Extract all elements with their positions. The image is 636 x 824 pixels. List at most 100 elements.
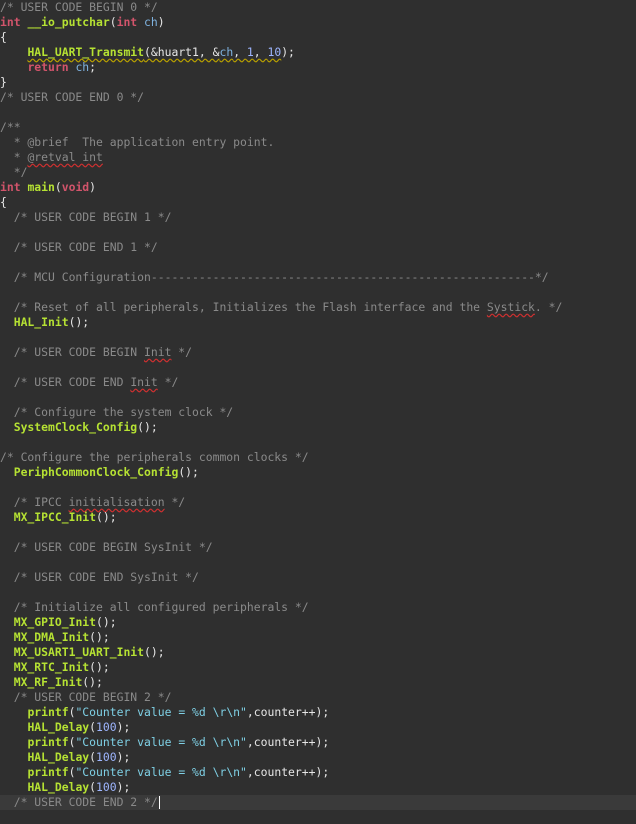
code-token: ); [281, 45, 295, 59]
code-token: printf [27, 765, 69, 779]
code-line[interactable]: /* USER CODE END Init */ [0, 375, 636, 390]
code-editor[interactable]: /* USER CODE BEGIN 0 */int __io_putchar(… [0, 0, 636, 824]
code-token: HAL_Delay [27, 780, 90, 794]
code-line[interactable]: int main(void) [0, 180, 636, 195]
code-line[interactable]: */ [0, 165, 636, 180]
code-line[interactable] [0, 390, 636, 405]
code-line[interactable]: /* Reset of all peripherals, Initializes… [0, 300, 636, 315]
code-line[interactable]: } [0, 75, 636, 90]
code-token: /* Configure the system clock */ [0, 405, 234, 419]
code-line[interactable]: MX_RTC_Init(); [0, 660, 636, 675]
code-line[interactable] [0, 285, 636, 300]
code-token: HAL_UART_Transmit [27, 45, 145, 59]
code-line[interactable]: HAL_Init(); [0, 315, 636, 330]
code-token: /* USER CODE BEGIN 1 */ [0, 210, 172, 224]
code-token: 100 [96, 780, 117, 794]
code-line[interactable]: /* USER CODE END SysInit */ [0, 570, 636, 585]
code-token: */ [157, 375, 179, 389]
code-line[interactable] [0, 255, 636, 270]
code-line[interactable] [0, 555, 636, 570]
code-token: { [0, 30, 7, 44]
code-token: */ [164, 495, 186, 509]
code-line[interactable]: { [0, 30, 636, 45]
code-line[interactable]: /** [0, 120, 636, 135]
code-token: 10 [267, 45, 282, 59]
code-token: /* USER CODE BEGIN [0, 345, 145, 359]
code-token: ) [89, 180, 97, 194]
code-line[interactable]: MX_GPIO_Init(); [0, 615, 636, 630]
code-line[interactable]: printf("Counter value = %d \r\n",counter… [0, 765, 636, 780]
code-token: . */ [534, 300, 563, 314]
code-token: @retval int [27, 150, 103, 164]
code-line[interactable]: * @retval int [0, 150, 636, 165]
code-line[interactable]: printf("Counter value = %d \r\n",counter… [0, 705, 636, 720]
code-token: /* USER CODE END 1 */ [0, 240, 158, 254]
code-token: /* USER CODE END SysInit */ [0, 570, 199, 584]
code-line[interactable] [0, 525, 636, 540]
code-line[interactable] [0, 360, 636, 375]
code-token: main [27, 180, 55, 194]
code-line[interactable] [0, 585, 636, 600]
code-token: "Counter value = %d \r\n" [75, 765, 247, 779]
code-line[interactable]: MX_RF_Init(); [0, 675, 636, 690]
code-line[interactable]: /* USER CODE END 0 */ [0, 90, 636, 105]
code-line[interactable]: SystemClock_Config(); [0, 420, 636, 435]
code-line[interactable]: /* USER CODE BEGIN 1 */ [0, 210, 636, 225]
code-line[interactable]: * @brief The application entry point. [0, 135, 636, 150]
code-line[interactable]: /* USER CODE END 1 */ [0, 240, 636, 255]
code-token: (&huart1, & [144, 45, 220, 59]
code-token: Systick [486, 300, 535, 314]
code-line[interactable]: /* MCU Configuration--------------------… [0, 270, 636, 285]
code-line[interactable] [0, 480, 636, 495]
code-line[interactable]: /* USER CODE BEGIN Init */ [0, 345, 636, 360]
code-token: HAL_Delay [27, 720, 90, 734]
code-line[interactable]: { [0, 195, 636, 210]
code-token: 100 [96, 720, 117, 734]
code-line[interactable] [0, 105, 636, 120]
code-token: (); [96, 510, 117, 524]
code-line[interactable]: /* USER CODE END 2 */ [0, 795, 636, 810]
code-line[interactable]: MX_USART1_UART_Init(); [0, 645, 636, 660]
code-line[interactable]: /* Configure the system clock */ [0, 405, 636, 420]
code-token: /* USER CODE END [0, 375, 131, 389]
code-line[interactable]: /* Configure the peripherals common cloc… [0, 450, 636, 465]
code-line[interactable]: /* IPCC initialisation */ [0, 495, 636, 510]
code-line[interactable]: /* USER CODE BEGIN 0 */ [0, 0, 636, 15]
code-token: (); [96, 615, 117, 629]
code-token: initialisation [68, 495, 165, 509]
code-line[interactable]: PeriphCommonClock_Config(); [0, 465, 636, 480]
code-line[interactable] [0, 225, 636, 240]
code-token: (); [82, 675, 103, 689]
code-token: /* IPCC [0, 495, 69, 509]
code-token: /* USER CODE END 0 */ [0, 90, 145, 104]
code-line[interactable] [0, 330, 636, 345]
code-line[interactable]: return ch; [0, 60, 636, 75]
code-line[interactable]: /* USER CODE BEGIN 2 */ [0, 690, 636, 705]
code-token: */ [171, 345, 193, 359]
code-line[interactable]: HAL_Delay(100); [0, 720, 636, 735]
code-line[interactable]: int __io_putchar(int ch) [0, 15, 636, 30]
code-token: int [116, 15, 138, 29]
code-line[interactable]: /* Initialize all configured peripherals… [0, 600, 636, 615]
code-token: MX_IPCC_Init [13, 510, 97, 524]
code-line[interactable]: HAL_UART_Transmit(&huart1, &ch, 1, 10); [0, 45, 636, 60]
code-line[interactable]: MX_IPCC_Init(); [0, 510, 636, 525]
code-token: /* Configure the peripherals common cloc… [0, 450, 309, 464]
code-line[interactable]: MX_DMA_Init(); [0, 630, 636, 645]
code-line[interactable]: HAL_Delay(100); [0, 780, 636, 795]
code-line[interactable] [0, 435, 636, 450]
code-token: MX_RF_Init [13, 675, 83, 689]
code-line[interactable]: printf("Counter value = %d \r\n",counter… [0, 735, 636, 750]
code-line[interactable]: /* USER CODE BEGIN SysInit */ [0, 540, 636, 555]
code-token: ); [116, 750, 131, 764]
code-line[interactable]: HAL_Delay(100); [0, 750, 636, 765]
code-token: MX_RTC_Init [13, 660, 90, 674]
code-token: ,counter++); [246, 705, 330, 719]
code-token: ; [89, 60, 97, 74]
code-token: Init [130, 375, 158, 389]
code-token: , [233, 45, 247, 59]
